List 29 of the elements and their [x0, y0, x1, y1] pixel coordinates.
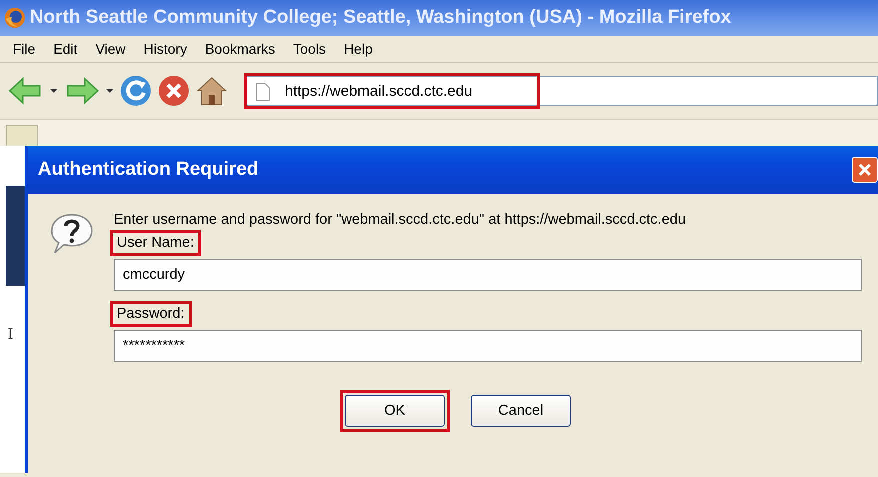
window-title: North Seattle Community College; Seattle, Washington (USA) - Mozilla Firefox: [30, 7, 732, 29]
globe-icon: [4, 7, 26, 29]
question-icon: [50, 212, 94, 256]
ok-button[interactable]: OK: [345, 395, 445, 427]
dialog-title: Authentication Required: [38, 159, 259, 181]
home-icon[interactable]: [196, 75, 228, 107]
username-field[interactable]: cmccurdy: [114, 259, 862, 291]
close-button[interactable]: [852, 157, 878, 183]
menu-item[interactable]: Edit: [44, 39, 87, 59]
menu-item[interactable]: File: [4, 39, 45, 59]
field-label: User Name:: [110, 230, 202, 256]
password-field[interactable]: ***********: [114, 330, 862, 362]
close-icon: [858, 163, 872, 177]
reload-icon[interactable]: [120, 75, 152, 107]
menu-item[interactable]: Bookmarks: [196, 39, 284, 59]
address-field[interactable]: https://webmail.sccd.ctc.edu: [244, 76, 878, 106]
menu-item[interactable]: View: [86, 39, 135, 59]
page-text: I: [8, 326, 14, 344]
menu-item[interactable]: Help: [335, 39, 382, 59]
back-icon[interactable]: [8, 76, 44, 106]
field-label: Password:: [110, 301, 192, 327]
caret-icon[interactable]: [50, 89, 58, 93]
menu-item[interactable]: Tools: [284, 39, 336, 59]
menu-item[interactable]: History: [134, 39, 196, 59]
cancel-button[interactable]: Cancel: [471, 395, 571, 427]
stop-icon[interactable]: [158, 75, 190, 107]
page-icon: [256, 83, 270, 101]
prompt-message: Enter username and password for "webmail.sccd.ctc.edu" at https://webmail.sccd.ctc.edu: [114, 212, 688, 228]
caret-icon[interactable]: [106, 89, 114, 93]
